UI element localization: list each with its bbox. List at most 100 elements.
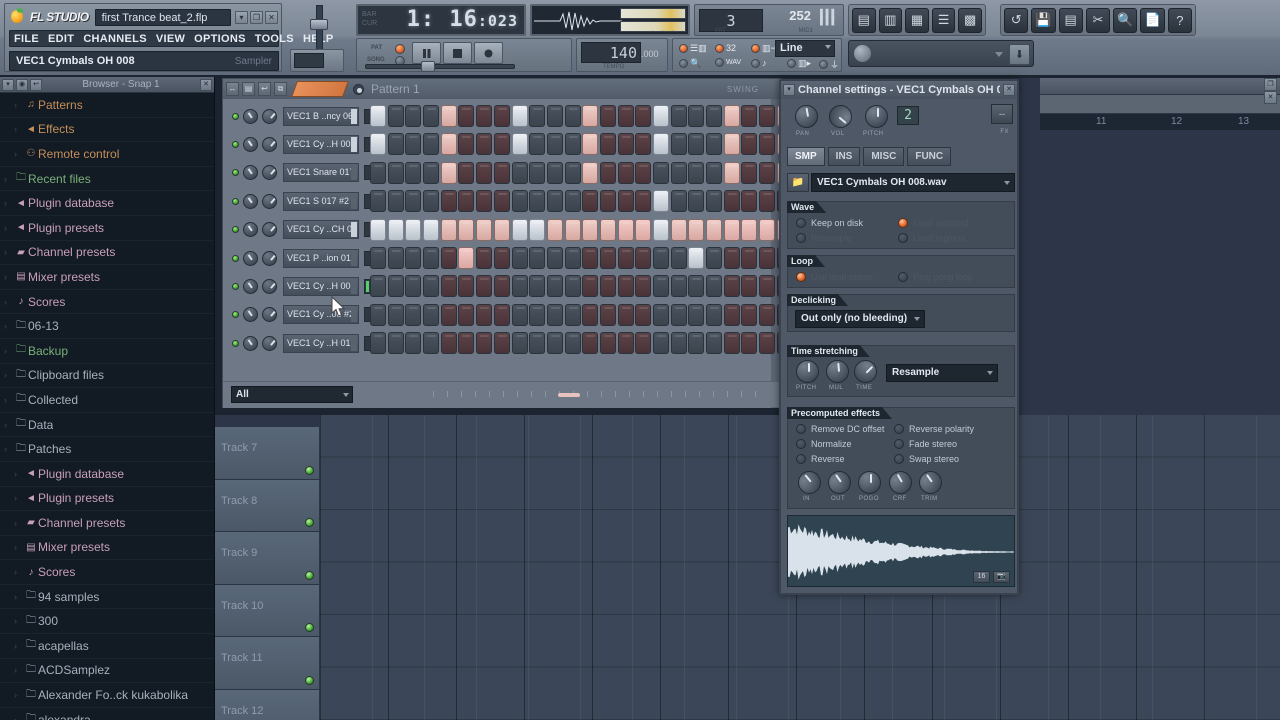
- step-button[interactable]: [405, 332, 421, 354]
- browser-item[interactable]: ›◄Plugin database: [0, 462, 214, 487]
- tab-ins[interactable]: INS: [828, 147, 861, 166]
- step-button[interactable]: [600, 275, 616, 297]
- step-button[interactable]: [706, 219, 722, 241]
- step-button[interactable]: [759, 162, 775, 184]
- step-button[interactable]: [494, 105, 510, 127]
- option-load-regions[interactable]: Load regions: [898, 233, 965, 243]
- channel-volume-knob[interactable]: [262, 251, 277, 266]
- step-button[interactable]: [671, 190, 687, 212]
- step-button[interactable]: [547, 247, 563, 269]
- step-button[interactable]: [547, 332, 563, 354]
- step-button[interactable]: [547, 133, 563, 155]
- menu-item-edit[interactable]: EDIT: [48, 33, 74, 45]
- step-button[interactable]: [741, 275, 757, 297]
- track-enable-led[interactable]: [305, 466, 314, 475]
- step-button[interactable]: [635, 190, 651, 212]
- browser-tree[interactable]: ›♫Patterns›◄Effects›⚇Remote control›🗀Rec…: [0, 93, 214, 720]
- step-button[interactable]: [635, 275, 651, 297]
- save-icon[interactable]: 💾: [1031, 8, 1055, 33]
- channel-name-scroll[interactable]: [351, 307, 357, 322]
- playlist-track-row[interactable]: Track 11: [215, 637, 319, 690]
- option-load-acidized[interactable]: Load acidized: [898, 218, 969, 228]
- channel-name-button[interactable]: VEC1 Cy ..H 008: [283, 277, 359, 296]
- fx-crf-knob[interactable]: [885, 467, 916, 498]
- step-button[interactable]: [529, 304, 545, 326]
- channel-pan-knob[interactable]: [243, 165, 258, 180]
- channel-name-button[interactable]: VEC1 Cy ..H 003: [283, 135, 359, 154]
- channel-name-scroll[interactable]: [351, 336, 357, 351]
- step-button[interactable]: [512, 133, 528, 155]
- step-button[interactable]: [671, 219, 687, 241]
- step-button[interactable]: [423, 247, 439, 269]
- tempo-panel[interactable]: 140 .000 TEMPO: [576, 38, 668, 72]
- step-button[interactable]: [476, 275, 492, 297]
- fx-track-display[interactable]: --: [991, 104, 1013, 124]
- step-button[interactable]: [741, 190, 757, 212]
- step-button[interactable]: [759, 275, 775, 297]
- browser-item[interactable]: ›🗀300: [0, 609, 214, 634]
- step-button[interactable]: [370, 105, 386, 127]
- step-button[interactable]: [405, 247, 421, 269]
- step-button[interactable]: [529, 247, 545, 269]
- step-button[interactable]: [529, 219, 545, 241]
- plugin-picker[interactable]: ⬇: [848, 40, 1034, 67]
- step-button[interactable]: [724, 275, 740, 297]
- ping-pong-loop-radio[interactable]: [898, 272, 908, 282]
- channel-filter-select[interactable]: All: [231, 386, 353, 403]
- rack-resize-icon[interactable]: ↔: [226, 82, 239, 96]
- channel-pan-knob[interactable]: [243, 109, 258, 124]
- browser-item[interactable]: ›🗀acapellas: [0, 634, 214, 659]
- step-button[interactable]: [671, 162, 687, 184]
- step-button[interactable]: [512, 190, 528, 212]
- step-button[interactable]: [370, 275, 386, 297]
- step-button[interactable]: [547, 275, 563, 297]
- channel-pan-knob[interactable]: [243, 137, 258, 152]
- channel-row[interactable]: VEC1 B ..ncy 06: [223, 102, 371, 130]
- channel-name-button[interactable]: VEC1 B ..ncy 06: [283, 107, 359, 126]
- channel-pan-knob[interactable]: [243, 336, 258, 351]
- fx-trim-knob[interactable]: [914, 466, 946, 498]
- step-button[interactable]: [600, 247, 616, 269]
- option-normalize[interactable]: Normalize: [796, 439, 852, 449]
- step-button[interactable]: [635, 332, 651, 354]
- tree-expander-icon[interactable]: ›: [4, 420, 14, 430]
- step-button[interactable]: [653, 219, 669, 241]
- step-button[interactable]: [582, 304, 598, 326]
- channel-name-button[interactable]: VEC1 Cy ..CH 08: [283, 220, 359, 239]
- step-button[interactable]: [405, 190, 421, 212]
- step-button[interactable]: [724, 219, 740, 241]
- channel-pan-knob[interactable]: [243, 279, 258, 294]
- fx-in-knob[interactable]: [793, 466, 825, 498]
- rack-copy-icon[interactable]: ⧉: [274, 82, 287, 96]
- pattern-number-display[interactable]: 3: [699, 9, 763, 32]
- step-button[interactable]: [600, 133, 616, 155]
- browser-item[interactable]: ›🗀alexandra: [0, 708, 214, 720]
- reverse-polarity-radio[interactable]: [894, 424, 904, 434]
- step-button[interactable]: [529, 190, 545, 212]
- pitch-knob[interactable]: [865, 105, 888, 128]
- step-button[interactable]: [653, 332, 669, 354]
- browser-item[interactable]: ›♪Scores: [0, 560, 214, 585]
- channel-row[interactable]: VEC1 Cy ..H 008: [223, 272, 371, 300]
- step-button[interactable]: [653, 304, 669, 326]
- step-button[interactable]: [370, 133, 386, 155]
- step-button[interactable]: [688, 190, 704, 212]
- step-button[interactable]: [741, 332, 757, 354]
- step-button[interactable]: [759, 247, 775, 269]
- step-button[interactable]: [370, 219, 386, 241]
- step-button[interactable]: [582, 190, 598, 212]
- step-button[interactable]: [618, 332, 634, 354]
- step-button[interactable]: [565, 133, 581, 155]
- menu-item-file[interactable]: FILE: [14, 33, 39, 45]
- stop-button[interactable]: [443, 42, 472, 64]
- option-keep-on-disk[interactable]: Keep on disk: [796, 218, 863, 228]
- browser-item[interactable]: ›⚇Remote control: [0, 142, 214, 167]
- step-button[interactable]: [706, 190, 722, 212]
- browser-item[interactable]: ›🗀06-13: [0, 314, 214, 339]
- channel-pan-knob[interactable]: [243, 194, 258, 209]
- browser-item[interactable]: ›🗀Alexander Fo..ck kukabolika: [0, 683, 214, 708]
- option-use-loop-points[interactable]: Use loop points: [796, 272, 873, 282]
- browser-item[interactable]: ›▤Mixer presets: [0, 265, 214, 290]
- channel-row[interactable]: VEC1 Cy ..CH 08: [223, 216, 371, 244]
- step-button[interactable]: [618, 219, 634, 241]
